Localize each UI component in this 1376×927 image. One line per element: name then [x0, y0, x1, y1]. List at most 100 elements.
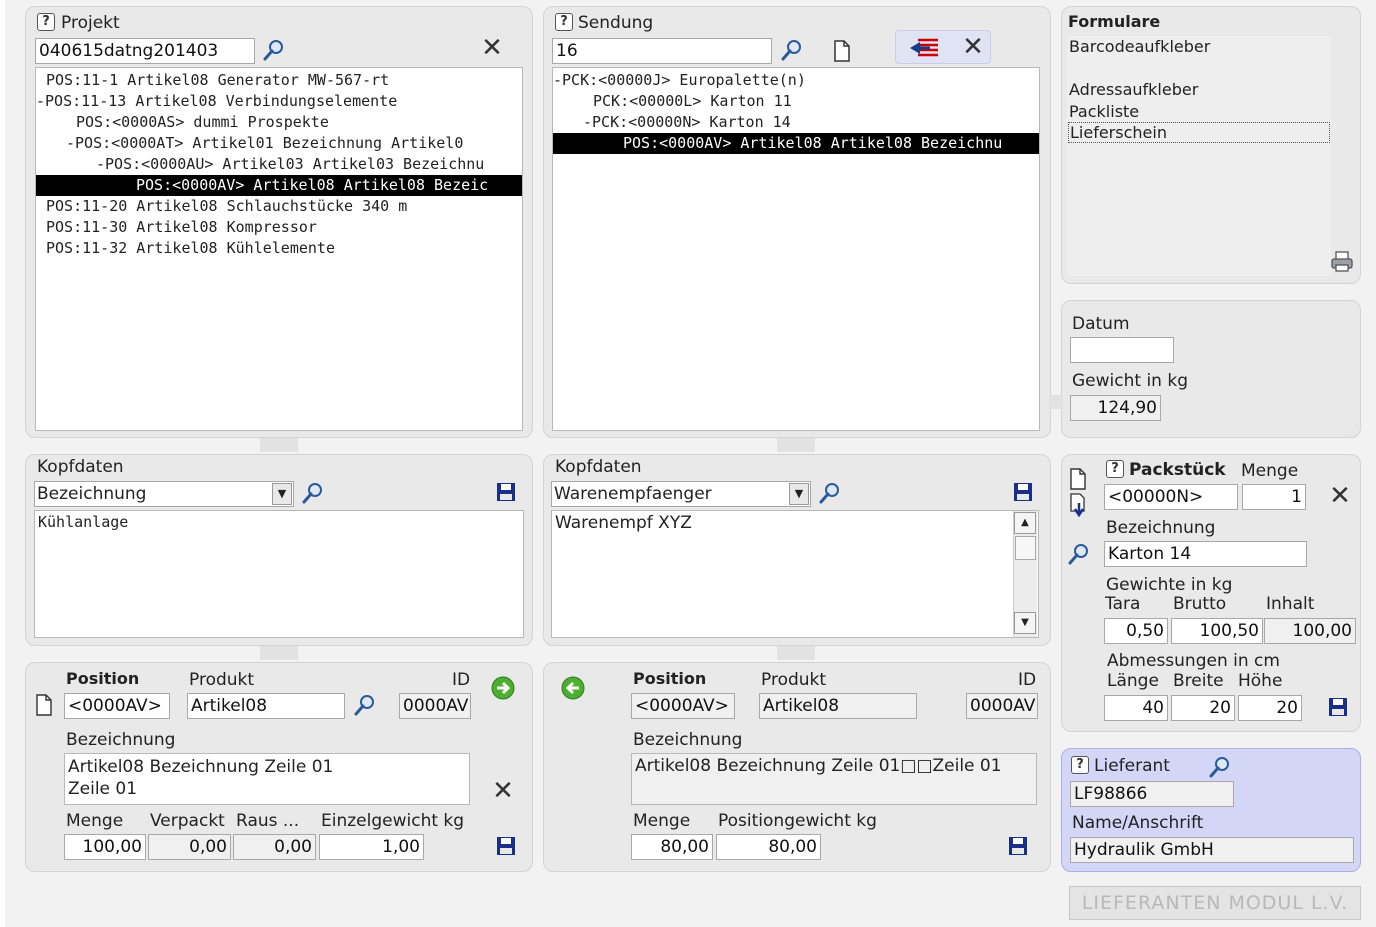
position-field[interactable]: <0000AV>: [64, 693, 170, 719]
raus-field: 0,00: [233, 834, 316, 860]
scroll-down-icon[interactable]: ▼: [1014, 612, 1036, 634]
tree-item[interactable]: POS:<0000AS> dummi Prospekte: [36, 112, 522, 133]
close-icon[interactable]: ✕: [480, 35, 504, 61]
bezeichnung-field[interactable]: Artikel08 Bezeichnung Zeile 01 Zeile 01: [64, 753, 470, 805]
close-icon[interactable]: ✕: [961, 34, 985, 60]
id-field: 0000AV: [966, 693, 1038, 719]
sendung-tree: -PCK:<00000J> Europalette(n) PCK:<00000L…: [552, 67, 1040, 431]
scrollbar[interactable]: ▲ ▼: [1013, 511, 1037, 637]
tree-item[interactable]: -POS:<0000AU> Artikel03 Artikel03 Bezeic…: [36, 154, 522, 175]
bezeichnung-value: Artikel08 Bezeichnung Zeile 01□□Zeile 01: [635, 756, 1002, 776]
kopfdaten-mid-select[interactable]: Warenempfaenger ▼: [551, 481, 811, 507]
positionsgewicht-field[interactable]: 80,00: [716, 834, 821, 860]
scroll-thumb[interactable]: [1015, 536, 1036, 560]
id-label: ID: [1018, 670, 1037, 690]
close-icon[interactable]: ✕: [1328, 483, 1352, 509]
kopfdaten-mid-value: Warenempf XYZ: [555, 513, 692, 533]
search-icon[interactable]: [262, 38, 286, 62]
app-canvas: ? Projekt 040615datng201403 ✕ POS:11-1 A…: [5, 0, 1376, 927]
sendung-input[interactable]: 16: [552, 38, 772, 64]
tara-field[interactable]: 0,50: [1104, 618, 1168, 644]
produkt-label: Produkt: [189, 670, 255, 690]
formular-item[interactable]: Adressaufkleber: [1069, 80, 1198, 99]
tree-item[interactable]: POS:11-32 Artikel08 Kühlelemente: [36, 238, 522, 259]
tree-item-selected[interactable]: POS:<0000AV> Artikel08 Artikel08 Bezeic: [36, 175, 522, 196]
hoehe-field[interactable]: 20: [1238, 695, 1302, 721]
laenge-field[interactable]: 40: [1104, 695, 1168, 721]
einzelgewicht-label: Einzelgewicht kg: [321, 811, 465, 831]
sendung-title: Sendung: [578, 13, 654, 33]
tree-item[interactable]: POS:11-1 Artikel08 Generator MW-567-rt: [36, 70, 522, 91]
datum-field[interactable]: [1070, 337, 1174, 363]
inhalt-field: 100,00: [1264, 618, 1356, 644]
formular-item-selected[interactable]: Lieferschein: [1068, 122, 1330, 143]
packstueck-bezeichnung-label: Bezeichnung: [1106, 518, 1216, 538]
new-document-icon[interactable]: [830, 39, 854, 63]
bezeichnung-field: Artikel08 Bezeichnung Zeile 01□□Zeile 01: [631, 753, 1037, 805]
brutto-field[interactable]: 100,50: [1171, 618, 1263, 644]
arrow-right-circle-icon[interactable]: [491, 676, 515, 700]
dropdown-arrow-icon[interactable]: ▼: [272, 483, 292, 505]
search-icon[interactable]: [301, 481, 325, 505]
move-left-list-icon[interactable]: [908, 36, 940, 60]
menge-field[interactable]: 80,00: [631, 834, 713, 860]
printer-icon[interactable]: [1330, 250, 1354, 274]
tree-item[interactable]: PCK:<00000L> Karton 11: [553, 91, 1039, 112]
bezeichnung-line: Zeile 01: [68, 779, 138, 799]
search-icon[interactable]: [1208, 755, 1232, 779]
tree-item-selected[interactable]: POS:<0000AV> Artikel08 Artikel08 Bezeich…: [553, 133, 1039, 154]
save-icon[interactable]: [1008, 836, 1028, 856]
search-icon[interactable]: [818, 481, 842, 505]
formular-item[interactable]: Packliste: [1069, 102, 1139, 121]
tree-item[interactable]: -POS:11-13 Artikel08 Verbindungselemente: [36, 91, 522, 112]
bezeichnung-line: Artikel08 Bezeichnung Zeile 01: [68, 757, 334, 777]
document-download-icon[interactable]: [1068, 493, 1090, 517]
save-icon[interactable]: [1013, 482, 1033, 502]
formular-item[interactable]: Barcodeaufkleber: [1069, 37, 1210, 56]
new-document-icon[interactable]: [34, 694, 54, 716]
menge-field[interactable]: 100,00: [64, 834, 146, 860]
bezeichnung-label: Bezeichnung: [633, 730, 743, 750]
kopfdaten-left-select[interactable]: Bezeichnung ▼: [34, 481, 294, 507]
help-icon[interactable]: ?: [1106, 460, 1124, 478]
kopfdaten-left-value: Kühlanlage: [38, 513, 129, 531]
save-icon[interactable]: [496, 482, 516, 502]
panel-connector: [260, 646, 298, 660]
save-icon[interactable]: [1328, 697, 1348, 717]
packstueck-menge-field[interactable]: 1: [1242, 484, 1306, 510]
help-icon[interactable]: ?: [1071, 756, 1089, 774]
close-icon[interactable]: ✕: [491, 778, 515, 804]
save-icon[interactable]: [496, 836, 516, 856]
tree-item[interactable]: -PCK:<00000N> Karton 14: [553, 112, 1039, 133]
help-icon[interactable]: ?: [37, 13, 55, 31]
bezeichnung-label: Bezeichnung: [66, 730, 176, 750]
packstueck-bezeichnung-field[interactable]: Karton 14: [1104, 541, 1307, 567]
new-document-icon[interactable]: [1068, 468, 1088, 490]
dropdown-arrow-icon[interactable]: ▼: [789, 483, 809, 505]
tree-item[interactable]: -PCK:<00000J> Europalette(n): [553, 70, 1039, 91]
projekt-title: Projekt: [61, 13, 120, 33]
gewicht-label: Gewicht in kg: [1072, 371, 1188, 391]
produkt-field[interactable]: Artikel08: [187, 693, 345, 719]
search-icon[interactable]: [780, 38, 804, 62]
raus-label: Raus ...: [236, 811, 300, 831]
lieferanten-modul-button[interactable]: LIEFERANTEN MODUL L.V.: [1069, 886, 1361, 920]
arrow-left-circle-icon[interactable]: [561, 676, 585, 700]
panel-connector: [777, 438, 815, 452]
tree-item[interactable]: POS:11-20 Artikel08 Schlauchstücke 340 m: [36, 196, 522, 217]
tree-item[interactable]: -POS:<0000AT> Artikel01 Bezeichnung Arti…: [36, 133, 522, 154]
search-icon[interactable]: [353, 693, 377, 717]
projekt-input[interactable]: 040615datng201403: [35, 38, 255, 64]
select-value: Warenempfaenger: [554, 484, 712, 504]
kopfdaten-mid-text[interactable]: Warenempf XYZ: [551, 510, 1039, 638]
tree-item[interactable]: POS:11-30 Artikel08 Kompressor: [36, 217, 522, 238]
packstueck-id-field[interactable]: <00000N>: [1104, 484, 1238, 510]
breite-field[interactable]: 20: [1171, 695, 1235, 721]
scroll-up-icon[interactable]: ▲: [1014, 512, 1036, 534]
kopfdaten-left-text[interactable]: Kühlanlage: [34, 510, 524, 638]
tara-label: Tara: [1105, 594, 1141, 614]
help-icon[interactable]: ?: [555, 13, 573, 31]
id-label: ID: [452, 670, 471, 690]
search-icon[interactable]: [1067, 542, 1091, 566]
einzelgewicht-field[interactable]: 1,00: [319, 834, 424, 860]
